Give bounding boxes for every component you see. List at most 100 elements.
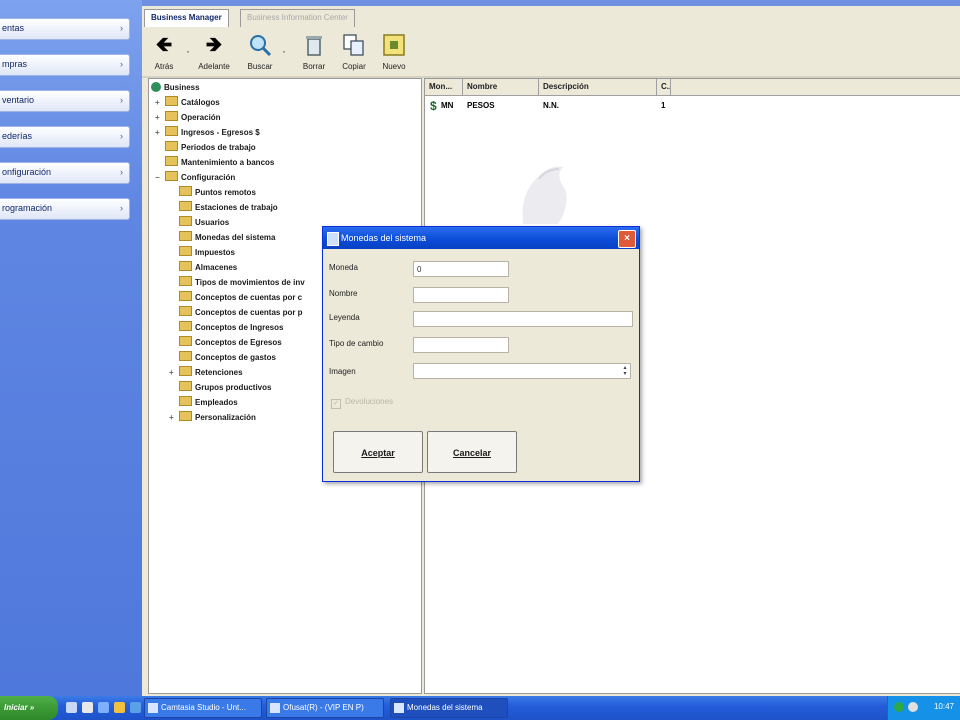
folder-icon (179, 351, 192, 361)
tree-expander-icon[interactable]: + (169, 366, 177, 380)
tree-item[interactable]: Usuarios (169, 216, 229, 230)
start-button[interactable]: Iniciar » (0, 696, 58, 720)
currency-dialog: Monedas del sistema × Moneda Nombre Leye… (322, 226, 640, 482)
tree-item-label: Grupos productivos (195, 383, 272, 392)
tree-item[interactable]: + Ingresos - Egresos $ (155, 126, 260, 140)
nav-button-tesorerias[interactable]: ederías › (0, 126, 130, 148)
moneda-label: Moneda (329, 263, 358, 272)
tree-item[interactable]: Conceptos de Ingresos (169, 321, 283, 335)
task-monedas-dialog[interactable]: Monedas del sistema (390, 698, 508, 718)
quick-launch-icon[interactable] (98, 702, 109, 713)
nav-button-label: onfiguración (2, 167, 52, 177)
tipo-cambio-field[interactable] (413, 337, 509, 353)
task-business-app[interactable]: Ofusat(R) - (VIP EN P) (266, 698, 384, 718)
imagen-field[interactable]: ▴ ▾ (413, 363, 631, 379)
tree-item-label: Puntos remotos (195, 188, 256, 197)
folder-icon (165, 141, 178, 151)
chevron-right-icon: › (120, 23, 123, 33)
tree-item[interactable]: + Operación (155, 111, 221, 125)
tree-item-label: Conceptos de Egresos (195, 338, 282, 347)
tree-item[interactable]: Conceptos de cuentas por c (169, 291, 302, 305)
tree-item[interactable]: Conceptos de gastos (169, 351, 276, 365)
copy-button[interactable]: Copiar (332, 30, 376, 74)
tree-item[interactable]: Estaciones de trabajo (169, 201, 278, 215)
tree-expander-icon[interactable]: − (155, 171, 163, 185)
forward-button[interactable]: 🡺 Adelante (192, 30, 236, 74)
camtasia-icon (148, 703, 158, 713)
tree-root[interactable]: Business (151, 81, 200, 95)
dialog-title: Monedas del sistema (341, 233, 427, 243)
column-header-c[interactable]: C... (657, 79, 671, 95)
tree-item[interactable]: + Personalización (169, 411, 256, 425)
folder-icon (165, 171, 178, 181)
tree-item-label: Mantenimiento a bancos (181, 158, 275, 167)
task-camtasia[interactable]: Camtasia Studio - Unt... (144, 698, 262, 718)
tree-item[interactable]: + Retenciones (169, 366, 243, 380)
nav-button-ventas[interactable]: entas › (0, 18, 130, 40)
close-icon[interactable]: × (618, 230, 636, 248)
column-header-descripcion[interactable]: Descripción (539, 79, 657, 95)
nombre-field[interactable] (413, 287, 509, 303)
list-header: Mon... Nombre Descripción C... (425, 79, 960, 96)
folder-icon (179, 201, 192, 211)
new-icon (381, 32, 407, 58)
tree-item[interactable]: Tipos de movimientos de inv (169, 276, 305, 290)
cell-descripcion: N.N. (543, 101, 559, 110)
tab-business-manager[interactable]: Business Manager (144, 9, 229, 27)
tree-item[interactable]: Grupos productivos (169, 381, 271, 395)
folder-icon (165, 111, 178, 121)
tree-item[interactable]: Conceptos de Egresos (169, 336, 282, 350)
network-icon[interactable] (894, 702, 904, 712)
tree-item-label: Conceptos de cuentas por c (195, 293, 303, 302)
chevron-right-icon: › (120, 203, 123, 213)
tree-item[interactable]: Monedas del sistema (169, 231, 275, 245)
moneda-field[interactable] (413, 261, 509, 277)
tree-item[interactable]: + Catálogos (155, 96, 220, 110)
tree-item-label: Tipos de movimientos de inv (195, 278, 305, 287)
cell-c: 1 (661, 101, 666, 110)
tree-item[interactable]: Impuestos (169, 246, 235, 260)
quick-launch-icon[interactable] (114, 702, 125, 713)
tree-item-label: Almacenes (195, 263, 238, 272)
tree-item[interactable]: Periodos de trabajo (155, 141, 256, 155)
folder-icon (179, 321, 192, 331)
accept-button[interactable]: Aceptar (333, 431, 423, 473)
checkbox-icon[interactable]: ✓ (331, 399, 341, 409)
dialog-title-bar[interactable]: Monedas del sistema × (323, 227, 639, 249)
nav-button-programacion[interactable]: rogramación › (0, 198, 130, 220)
tree-expander-icon[interactable]: + (155, 126, 163, 140)
new-button[interactable]: Nuevo (372, 30, 416, 74)
nav-button-inventario[interactable]: ventario › (0, 90, 130, 112)
copy-button-label: Copiar (342, 62, 366, 71)
toolbar: 🡸 Atrás · 🡺 Adelante Buscar · Borrar Cop… (142, 28, 960, 76)
nav-button-configuracion[interactable]: onfiguración › (0, 162, 130, 184)
quick-launch-icon[interactable] (82, 702, 93, 713)
tree-item[interactable]: Conceptos de cuentas por p (169, 306, 303, 320)
leyenda-field[interactable] (413, 311, 633, 327)
tab-bar: Business Manager Business Information Ce… (142, 6, 960, 28)
devoluciones-checkbox-row[interactable]: ✓ Devoluciones (331, 397, 393, 409)
back-button[interactable]: 🡸 Atrás (142, 30, 186, 74)
tree-item[interactable]: − Configuración (155, 171, 235, 185)
quick-launch-icon[interactable] (130, 702, 141, 713)
folder-icon (179, 186, 192, 196)
tab-business-information-center[interactable]: Business Information Center (240, 9, 355, 27)
delete-button[interactable]: Borrar (292, 30, 336, 74)
spinner-arrows-icon[interactable]: ▴ ▾ (621, 365, 629, 377)
cell-nombre: PESOS (467, 101, 495, 110)
nav-button-compras[interactable]: mpras › (0, 54, 130, 76)
search-button[interactable]: Buscar (238, 30, 282, 74)
show-desktop-icon[interactable] (66, 702, 77, 713)
volume-icon[interactable] (908, 702, 918, 712)
tree-expander-icon[interactable]: + (155, 111, 163, 125)
tree-expander-icon[interactable]: + (169, 411, 177, 425)
tree-item[interactable]: Empleados (169, 396, 238, 410)
devoluciones-label: Devoluciones (345, 397, 394, 406)
tree-item[interactable]: Almacenes (169, 261, 237, 275)
column-header-nombre[interactable]: Nombre (463, 79, 539, 95)
tree-item[interactable]: Puntos remotos (169, 186, 256, 200)
tree-item[interactable]: Mantenimiento a bancos (155, 156, 274, 170)
cancel-button[interactable]: Cancelar (427, 431, 517, 473)
tree-expander-icon[interactable]: + (155, 96, 163, 110)
column-header-moneda[interactable]: Mon... (425, 79, 463, 95)
